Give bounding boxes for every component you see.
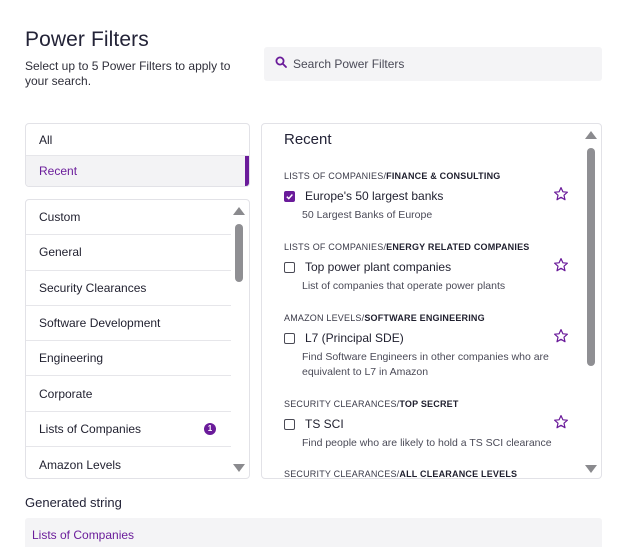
filter-description: 50 Largest Banks of Europe (302, 209, 433, 221)
filter-group: LISTS OF COMPANIES/ENERGY RELATED COMPAN… (284, 242, 569, 294)
filter-breadcrumb: AMAZON LEVELS/SOFTWARE ENGINEERING (284, 313, 569, 323)
filter-breadcrumb: SECURITY CLEARANCES/ALL CLEARANCE LEVELS (284, 469, 569, 479)
category-item-amazon-levels[interactable]: Amazon Levels (26, 447, 231, 478)
filter-results-panel: Recent LISTS OF COMPANIES/FINANCE & CONS… (261, 123, 602, 479)
crumb-category: ENERGY RELATED COMPANIES (386, 242, 530, 252)
star-icon[interactable] (553, 186, 569, 202)
crumb-prefix: AMAZON LEVELS/ (284, 313, 365, 323)
category-item-corporate[interactable]: Corporate (26, 376, 231, 412)
category-label: Security Clearances (39, 280, 147, 295)
filter-breadcrumb: LISTS OF COMPANIES/ENERGY RELATED COMPAN… (284, 242, 569, 252)
search-icon (275, 55, 287, 73)
scroll-down-arrow-icon[interactable] (233, 464, 245, 472)
top-nav: All Recent (25, 123, 250, 187)
scrollbar-thumb[interactable] (235, 224, 243, 282)
filter-checkbox[interactable] (284, 332, 295, 344)
filter-group: SECURITY CLEARANCES/ALL CLEARANCE LEVELS (284, 469, 569, 479)
star-icon[interactable] (553, 257, 569, 273)
category-item-engineering[interactable]: Engineering (26, 341, 231, 377)
scrollbar-thumb[interactable] (587, 148, 595, 366)
count-badge: 1 (204, 422, 216, 435)
results-title: Recent (284, 131, 332, 148)
scroll-down-arrow-icon[interactable] (585, 465, 597, 473)
category-item-lists-of-companies[interactable]: Lists of Companies 1 (26, 412, 231, 448)
category-item-security-clearances[interactable]: Security Clearances (26, 271, 231, 306)
category-label: Amazon Levels (39, 457, 122, 472)
category-label: General (39, 245, 82, 260)
crumb-prefix: LISTS OF COMPANIES/ (284, 242, 387, 252)
crumb-prefix: SECURITY CLEARANCES/ (284, 469, 400, 479)
filter-label[interactable]: Top power plant companies (305, 260, 451, 274)
filter-breadcrumb: SECURITY CLEARANCES/TOP SECRET (284, 399, 569, 409)
filter-label[interactable]: L7 (Principal SDE) (305, 331, 404, 345)
filter-description: Find Software Engineers in other compani… (302, 351, 549, 378)
category-label: Lists of Companies (39, 421, 142, 436)
filter-label[interactable]: TS SCI (305, 417, 344, 431)
filter-group: LISTS OF COMPANIES/FINANCE & CONSULTING … (284, 171, 569, 223)
page-title: Power Filters (25, 28, 149, 51)
filter-checkbox[interactable] (284, 261, 295, 273)
category-item-general[interactable]: General (26, 235, 231, 271)
search-input[interactable] (293, 57, 593, 71)
generated-string-label: Generated string (25, 495, 122, 510)
scroll-up-arrow-icon[interactable] (233, 207, 245, 215)
crumb-prefix: LISTS OF COMPANIES/ (284, 171, 387, 181)
crumb-category: SOFTWARE ENGINEERING (364, 313, 485, 323)
filter-label[interactable]: Europe's 50 largest banks (305, 189, 443, 203)
filter-checkbox[interactable] (284, 418, 295, 430)
search-bar[interactable] (264, 47, 602, 81)
scroll-up-arrow-icon[interactable] (585, 131, 597, 139)
category-item-software-development[interactable]: Software Development (26, 306, 231, 342)
filter-checkbox[interactable] (284, 190, 295, 202)
nav-item-all[interactable]: All (26, 124, 249, 155)
category-label: Software Development (39, 316, 161, 331)
star-icon[interactable] (553, 328, 569, 344)
crumb-prefix: SECURITY CLEARANCES/ (284, 399, 400, 409)
generated-string-box: Lists of Companies (25, 518, 602, 547)
generated-string-value[interactable]: Lists of Companies (32, 528, 134, 542)
category-label: Engineering (39, 351, 104, 366)
crumb-category: FINANCE & CONSULTING (386, 171, 501, 181)
category-list: Custom General Security Clearances Softw… (25, 199, 250, 479)
filter-breadcrumb: LISTS OF COMPANIES/FINANCE & CONSULTING (284, 171, 569, 181)
filter-group: SECURITY CLEARANCES/TOP SECRET TS SCI Fi… (284, 399, 569, 451)
star-icon[interactable] (553, 414, 569, 430)
filter-group: AMAZON LEVELS/SOFTWARE ENGINEERING L7 (P… (284, 313, 569, 380)
crumb-category: TOP SECRET (399, 399, 459, 409)
filter-description: Find people who are likely to hold a TS … (302, 437, 552, 449)
category-label: Custom (39, 210, 81, 225)
checkmark-icon (286, 193, 293, 200)
nav-item-recent[interactable]: Recent (26, 155, 249, 186)
category-label: Corporate (39, 386, 93, 401)
filter-description: List of companies that operate power pla… (302, 280, 506, 292)
category-item-custom[interactable]: Custom (26, 200, 231, 236)
page-subtitle: Select up to 5 Power Filters to apply to… (25, 59, 231, 88)
crumb-category: ALL CLEARANCE LEVELS (399, 469, 518, 479)
